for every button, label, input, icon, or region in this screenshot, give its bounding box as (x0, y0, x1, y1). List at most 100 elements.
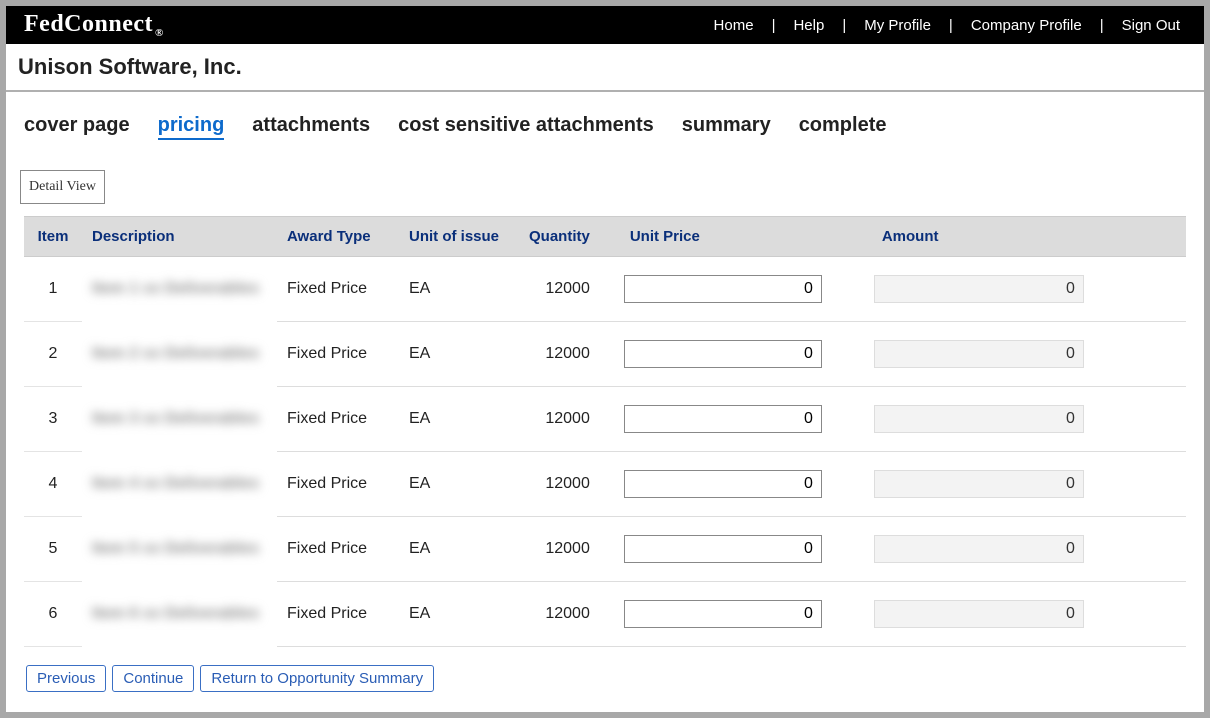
nav-separator: | (830, 17, 858, 34)
col-trailing (1156, 217, 1186, 257)
amount-output (874, 535, 1084, 563)
unit-price-input[interactable] (624, 340, 822, 368)
col-quantity: Quantity (519, 217, 614, 257)
nav-home[interactable]: Home (708, 17, 760, 34)
cell-award-type: Fixed Price (277, 582, 399, 647)
detail-view-button[interactable]: Detail View (20, 170, 105, 204)
cell-award-type: Fixed Price (277, 452, 399, 517)
pricing-grid-wrapper: Item Description Award Type Unit of issu… (6, 216, 1204, 647)
col-unit-of-issue: Unit of issue (399, 217, 519, 257)
cell-unit-of-issue: EA (399, 257, 519, 322)
cell-trailing (1156, 582, 1186, 647)
cell-quantity: 12000 (519, 257, 614, 322)
cell-amount (864, 452, 1156, 517)
amount-output (874, 470, 1084, 498)
cell-unit-of-issue: EA (399, 517, 519, 582)
amount-output (874, 275, 1084, 303)
cell-description: Item 3 xx Deliverables (82, 387, 277, 452)
app-window: FedConnect® Home | Help | My Profile | C… (6, 6, 1204, 712)
cell-unit-price (614, 517, 864, 582)
cell-item: 2 (24, 322, 82, 387)
nav-separator: | (1088, 17, 1116, 34)
nav-my-profile[interactable]: My Profile (858, 17, 937, 34)
cell-description: Item 5 xx Deliverables (82, 517, 277, 582)
cell-unit-of-issue: EA (399, 452, 519, 517)
tab-cost-sensitive-attachments[interactable]: cost sensitive attachments (398, 114, 654, 137)
cell-trailing (1156, 517, 1186, 582)
nav-links: Home | Help | My Profile | Company Profi… (708, 17, 1186, 34)
amount-output (874, 600, 1084, 628)
cell-unit-of-issue: EA (399, 582, 519, 647)
cell-item: 3 (24, 387, 82, 452)
cell-trailing (1156, 322, 1186, 387)
description-text: Item 5 xx Deliverables (92, 540, 259, 557)
cell-unit-of-issue: EA (399, 322, 519, 387)
brand-logo: FedConnect® (24, 11, 164, 40)
nav-sign-out[interactable]: Sign Out (1116, 17, 1186, 34)
cell-item: 6 (24, 582, 82, 647)
cell-trailing (1156, 387, 1186, 452)
table-row: 1Item 1 xx DeliverablesFixed PriceEA1200… (24, 257, 1186, 322)
cell-unit-price (614, 387, 864, 452)
description-text: Item 2 xx Deliverables (92, 345, 259, 362)
amount-output (874, 340, 1084, 368)
cell-award-type: Fixed Price (277, 517, 399, 582)
cell-award-type: Fixed Price (277, 387, 399, 452)
bottom-button-bar: Previous Continue Return to Opportunity … (26, 665, 434, 692)
unit-price-input[interactable] (624, 470, 822, 498)
nav-separator: | (760, 17, 788, 34)
description-text: Item 4 xx Deliverables (92, 475, 259, 492)
cell-amount (864, 257, 1156, 322)
tab-pricing[interactable]: pricing (158, 114, 225, 140)
cell-description: Item 4 xx Deliverables (82, 452, 277, 517)
brand-name: FedConnect (24, 11, 153, 37)
cell-quantity: 12000 (519, 452, 614, 517)
cell-quantity: 12000 (519, 517, 614, 582)
cell-quantity: 12000 (519, 387, 614, 452)
unit-price-input[interactable] (624, 535, 822, 563)
amount-output (874, 405, 1084, 433)
cell-item: 5 (24, 517, 82, 582)
col-description: Description (82, 217, 277, 257)
previous-button[interactable]: Previous (26, 665, 106, 692)
unit-price-input[interactable] (624, 600, 822, 628)
continue-button[interactable]: Continue (112, 665, 194, 692)
top-nav-bar: FedConnect® Home | Help | My Profile | C… (6, 6, 1204, 44)
table-row: 3Item 3 xx DeliverablesFixed PriceEA1200… (24, 387, 1186, 452)
nav-separator: | (937, 17, 965, 34)
table-row: 2 Item 2 xx Deliverables Fixed PriceEA1200… (24, 322, 1186, 387)
cell-unit-price (614, 582, 864, 647)
cell-amount (864, 322, 1156, 387)
cell-description: Item 2 xx Deliverables (82, 322, 277, 387)
col-item: Item (24, 217, 82, 257)
cell-description: Item 1 xx Deliverables (82, 257, 277, 322)
col-amount: Amount (864, 217, 1156, 257)
cell-description: Item 6 xx Deliverables (82, 582, 277, 647)
nav-company-profile[interactable]: Company Profile (965, 17, 1088, 34)
unit-price-input[interactable] (624, 275, 822, 303)
cell-award-type: Fixed Price (277, 257, 399, 322)
company-name-header: Unison Software, Inc. (6, 44, 1204, 92)
nav-help[interactable]: Help (787, 17, 830, 34)
tab-cover-page[interactable]: cover page (24, 114, 130, 137)
tab-summary[interactable]: summary (682, 114, 771, 137)
table-row: 6Item 6 xx DeliverablesFixed PriceEA1200… (24, 582, 1186, 647)
return-to-opportunity-summary-button[interactable]: Return to Opportunity Summary (200, 665, 434, 692)
unit-price-input[interactable] (624, 405, 822, 433)
pricing-table: Item Description Award Type Unit of issu… (24, 216, 1186, 647)
tab-complete[interactable]: complete (799, 114, 887, 137)
cell-item: 1 (24, 257, 82, 322)
cell-amount (864, 387, 1156, 452)
cell-quantity: 12000 (519, 322, 614, 387)
tab-attachments[interactable]: attachments (252, 114, 370, 137)
cell-award-type: Fixed Price (277, 322, 399, 387)
table-header-row: Item Description Award Type Unit of issu… (24, 217, 1186, 257)
cell-trailing (1156, 257, 1186, 322)
description-text: Item 3 xx Deliverables (92, 410, 259, 427)
col-award-type: Award Type (277, 217, 399, 257)
cell-item: 4 (24, 452, 82, 517)
cell-quantity: 12000 (519, 582, 614, 647)
cell-trailing (1156, 452, 1186, 517)
table-row: 5 Item 5 xx Deliverables Fixed PriceEA1200… (24, 517, 1186, 582)
registered-mark: ® (155, 27, 164, 39)
